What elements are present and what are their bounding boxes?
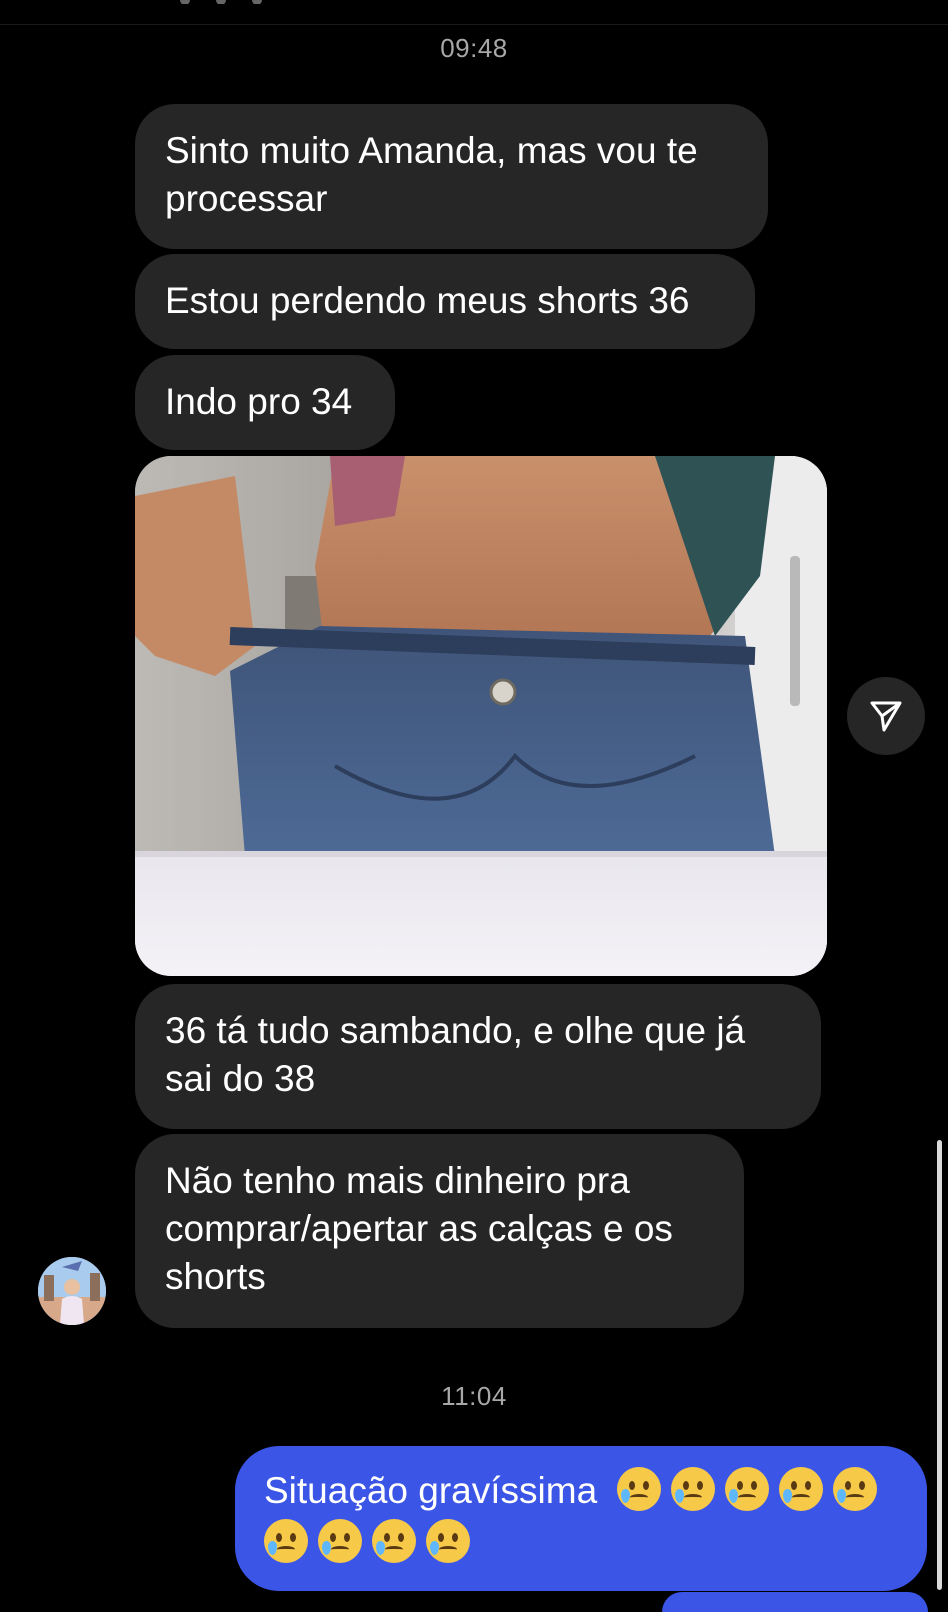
avatar-image	[38, 1257, 106, 1325]
photo-image	[135, 456, 827, 976]
crying-smiling-face-icon	[426, 1519, 470, 1563]
header-clipped-content	[180, 0, 300, 4]
message-bubble-received[interactable]: Sinto muito Amanda, mas vou te processar	[135, 104, 768, 249]
message-bubble-sent[interactable]: Situação gravíssima	[235, 1446, 927, 1591]
avatar[interactable]	[38, 1257, 106, 1325]
message-bubble-received[interactable]: Indo pro 34	[135, 355, 395, 450]
share-button[interactable]	[847, 677, 925, 755]
message-bubble-received[interactable]: Não tenho mais dinheiro pra comprar/aper…	[135, 1134, 744, 1328]
emoji-row	[264, 1518, 901, 1568]
crying-smiling-face-icon	[671, 1467, 716, 1511]
header-divider	[0, 24, 948, 25]
scrollbar[interactable]	[937, 1140, 942, 1590]
sent-message-text: Situação gravíssima	[264, 1470, 598, 1511]
crying-smiling-face-icon	[617, 1467, 662, 1511]
paper-plane-icon	[870, 701, 902, 732]
message-bubble-received[interactable]: Estou perdendo meus shorts 36	[135, 254, 755, 349]
crying-smiling-face-icon	[318, 1519, 362, 1563]
crying-smiling-face-icon	[833, 1467, 878, 1511]
crying-smiling-face-icon	[725, 1467, 770, 1511]
message-bubble-received[interactable]: 36 tá tudo sambando, e olhe que já sai d…	[135, 984, 821, 1129]
crying-smiling-face-icon	[779, 1467, 824, 1511]
emoji-row	[607, 1467, 878, 1511]
crying-smiling-face-icon	[264, 1519, 308, 1563]
message-bubble-sent-partial[interactable]	[662, 1592, 928, 1612]
timestamp: 09:48	[440, 33, 508, 63]
timestamp: 11:04	[441, 1381, 507, 1411]
shared-photo[interactable]	[135, 456, 827, 976]
crying-smiling-face-icon	[372, 1519, 416, 1563]
